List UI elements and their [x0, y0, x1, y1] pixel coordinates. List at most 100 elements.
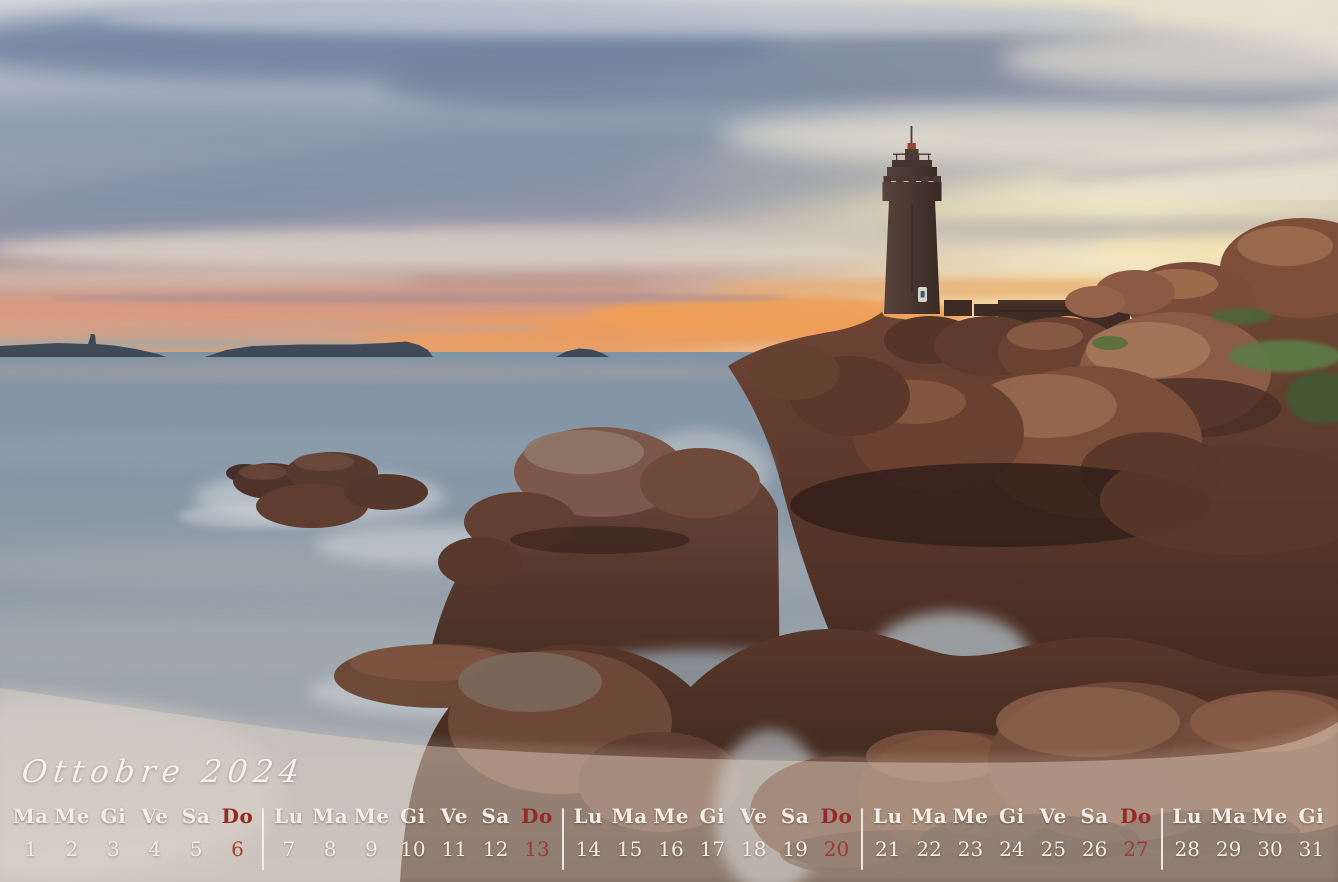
- calendar-week: Lu 14 Ma 15 Me 16 Gi 17 Ve 18 Sa 19 Do 20: [568, 806, 857, 859]
- day-of-week-label: Ma: [611, 804, 648, 828]
- day-of-week-label: Gi: [699, 804, 726, 828]
- calendar-day: Me 16: [650, 806, 691, 859]
- calendar-day: Do 27: [1115, 806, 1156, 859]
- day-of-week-label: Sa: [181, 804, 211, 828]
- calendar-day: Sa 5: [175, 806, 216, 859]
- day-of-week-label: Lu: [274, 804, 304, 828]
- calendar-week: Ma 1 Me 2 Gi 3 Ve 4 Sa 5 Do 6: [10, 806, 258, 859]
- week-divider: [262, 808, 265, 870]
- day-of-week-label: Sa: [1080, 804, 1109, 828]
- calendar-day: Ve 4: [134, 806, 175, 859]
- calendar-title: Ottobre 2024: [19, 754, 307, 790]
- day-number: 15: [616, 837, 643, 861]
- day-number: 8: [323, 837, 337, 861]
- day-of-week-label: Do: [521, 804, 553, 828]
- day-of-week-label: Ve: [141, 804, 169, 828]
- day-number: 28: [1174, 837, 1200, 861]
- day-number: 9: [365, 837, 378, 861]
- day-number: 19: [782, 837, 808, 861]
- calendar-week: Lu 21 Ma 22 Me 23 Gi 24 Ve 25 Sa 26 Do 27: [867, 806, 1156, 859]
- day-number: 25: [1040, 837, 1066, 861]
- day-of-week-label: Ma: [312, 804, 349, 828]
- day-number: 24: [999, 837, 1025, 861]
- day-number: 21: [875, 837, 901, 861]
- day-of-week-label: Sa: [780, 804, 810, 828]
- day-number: 12: [482, 837, 509, 861]
- week-divider: [561, 808, 564, 870]
- calendar-day: Gi 10: [392, 806, 433, 859]
- day-number: 17: [699, 837, 726, 861]
- day-of-week-label: Ma: [12, 804, 49, 828]
- day-number: 16: [658, 837, 684, 861]
- day-of-week-label: Lu: [573, 804, 604, 828]
- calendar-day: Do 6: [217, 806, 258, 859]
- day-number: 29: [1215, 837, 1242, 861]
- day-number: 13: [524, 837, 550, 861]
- calendar-day: Ve 11: [434, 806, 475, 859]
- day-of-week-label: Sa: [481, 804, 510, 828]
- day-of-week-label: Ve: [1039, 804, 1067, 828]
- calendar-day: Sa 19: [774, 806, 815, 859]
- calendar-day: Ma 8: [309, 806, 350, 859]
- day-of-week-label: Lu: [1172, 804, 1203, 828]
- calendar-day: Sa 12: [475, 806, 516, 859]
- day-number: 22: [916, 837, 942, 861]
- calendar-day: Me 30: [1249, 806, 1290, 859]
- calendar-day: Do 20: [816, 806, 857, 859]
- calendar-week: Lu 28 Ma 29 Me 30 Gi 31: [1167, 806, 1332, 859]
- day-of-week-label: Me: [653, 804, 689, 828]
- calendar-day: Gi 31: [1291, 806, 1332, 859]
- day-number: 7: [282, 837, 296, 861]
- calendar-day: Do 13: [516, 806, 557, 859]
- calendar-day: Gi 24: [991, 806, 1032, 859]
- day-of-week-label: Do: [221, 804, 254, 828]
- calendar-day: Ma 15: [609, 806, 650, 859]
- calendar-day: Gi 3: [93, 806, 134, 859]
- calendar-day: Ma 1: [10, 806, 51, 859]
- day-number: 3: [107, 837, 120, 861]
- day-of-week-label: Me: [54, 804, 90, 828]
- day-number: 26: [1081, 837, 1108, 861]
- calendar-day: Ve 25: [1033, 806, 1074, 859]
- calendar-day: Me 9: [351, 806, 392, 859]
- day-number: 20: [823, 837, 850, 861]
- day-of-week-label: Ve: [440, 804, 468, 828]
- calendar-grid: Ma 1 Me 2 Gi 3 Ve 4 Sa 5 Do 6 Lu 7 Ma 8 Me 9 Gi 10 Ve 11 Sa 12 D…: [10, 806, 1332, 870]
- calendar-day: Ma 22: [908, 806, 949, 859]
- calendar-day: Me 2: [51, 806, 92, 859]
- calendar-photo-page: Ottobre 2024 Ma 1 Me 2 Gi 3 Ve 4 Sa 5 Do 6 Lu 7 Ma 8 Me 9…: [0, 0, 1338, 882]
- day-of-week-label: Do: [820, 804, 853, 828]
- day-number: 11: [441, 837, 467, 861]
- calendar-day: Gi 17: [692, 806, 733, 859]
- day-number: 30: [1257, 837, 1283, 861]
- calendar-day: Lu 28: [1167, 806, 1208, 859]
- calendar-day: Lu 21: [867, 806, 908, 859]
- day-of-week-label: Gi: [400, 804, 426, 828]
- island-lighthouse: [90, 334, 94, 345]
- day-of-week-label: Ma: [911, 804, 948, 828]
- calendar-week: Lu 7 Ma 8 Me 9 Gi 10 Ve 11 Sa 12 Do 13: [268, 806, 557, 859]
- day-of-week-label: Do: [1120, 804, 1152, 828]
- day-number: 31: [1298, 837, 1325, 861]
- calendar-day: Ma 29: [1208, 806, 1249, 859]
- day-of-week-label: Gi: [100, 804, 127, 828]
- week-divider: [861, 808, 864, 870]
- day-number: 23: [957, 837, 984, 861]
- day-number: 18: [741, 837, 767, 861]
- day-number: 10: [400, 837, 426, 861]
- day-of-week-label: Me: [1252, 804, 1288, 828]
- day-number: 6: [231, 837, 244, 861]
- calendar-day: Lu 7: [268, 806, 309, 859]
- day-of-week-label: Lu: [872, 804, 903, 828]
- day-of-week-label: Gi: [999, 804, 1025, 828]
- calendar-day: Me 23: [950, 806, 991, 859]
- day-number: 2: [65, 837, 79, 861]
- day-of-week-label: Ma: [1210, 804, 1247, 828]
- day-of-week-label: Gi: [1298, 804, 1325, 828]
- week-divider: [1160, 808, 1163, 870]
- day-number: 1: [24, 837, 38, 861]
- day-number: 4: [148, 837, 162, 861]
- calendar-day: Ve 18: [733, 806, 774, 859]
- day-of-week-label: Ve: [740, 804, 768, 828]
- seascape-photo: [0, 0, 1338, 882]
